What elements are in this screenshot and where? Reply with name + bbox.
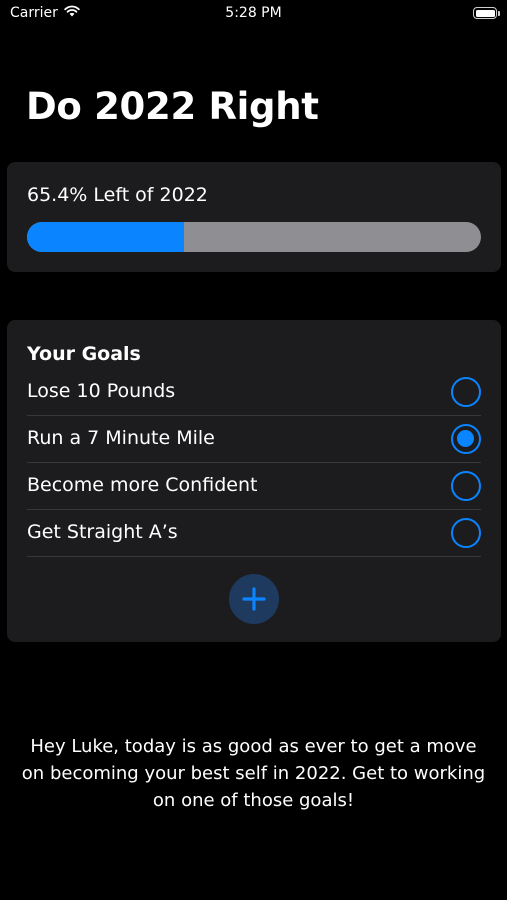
goal-label: Run a 7 Minute Mile: [27, 427, 215, 449]
status-time: 5:28 PM: [225, 5, 282, 21]
goals-header: Your Goals: [27, 343, 141, 365]
add-goal-button[interactable]: [229, 574, 279, 624]
goal-checkbox[interactable]: [451, 377, 481, 407]
battery-icon: [473, 7, 500, 19]
status-bar: Carrier 5:28 PM: [0, 0, 507, 28]
page-title: Do 2022 Right: [26, 85, 319, 128]
goal-checkbox[interactable]: [451, 518, 481, 548]
goal-row[interactable]: Become more Confident: [27, 463, 481, 510]
goal-row[interactable]: Run a 7 Minute Mile: [27, 416, 481, 463]
goals-card: Your Goals Lose 10 Pounds Run a 7 Minute…: [7, 320, 501, 642]
motivational-message: Hey Luke, today is as good as ever to ge…: [21, 736, 486, 811]
goal-checkbox[interactable]: [451, 424, 481, 454]
plus-icon: [242, 587, 266, 611]
year-progress-label: 65.4% Left of 2022: [27, 184, 208, 206]
battery-level: [475, 9, 495, 17]
goal-label: Get Straight A’s: [27, 521, 178, 543]
year-progress-fill: [27, 222, 185, 252]
year-progress-bar: [27, 222, 481, 252]
year-progress-card: 65.4% Left of 2022: [7, 162, 501, 272]
goal-checkbox[interactable]: [451, 471, 481, 501]
goal-label: Become more Confident: [27, 474, 258, 496]
goal-label: Lose 10 Pounds: [27, 380, 176, 402]
goal-row[interactable]: Get Straight A’s: [27, 510, 481, 557]
checkmark-dot-icon: [457, 430, 474, 447]
goal-row[interactable]: Lose 10 Pounds: [27, 369, 481, 416]
